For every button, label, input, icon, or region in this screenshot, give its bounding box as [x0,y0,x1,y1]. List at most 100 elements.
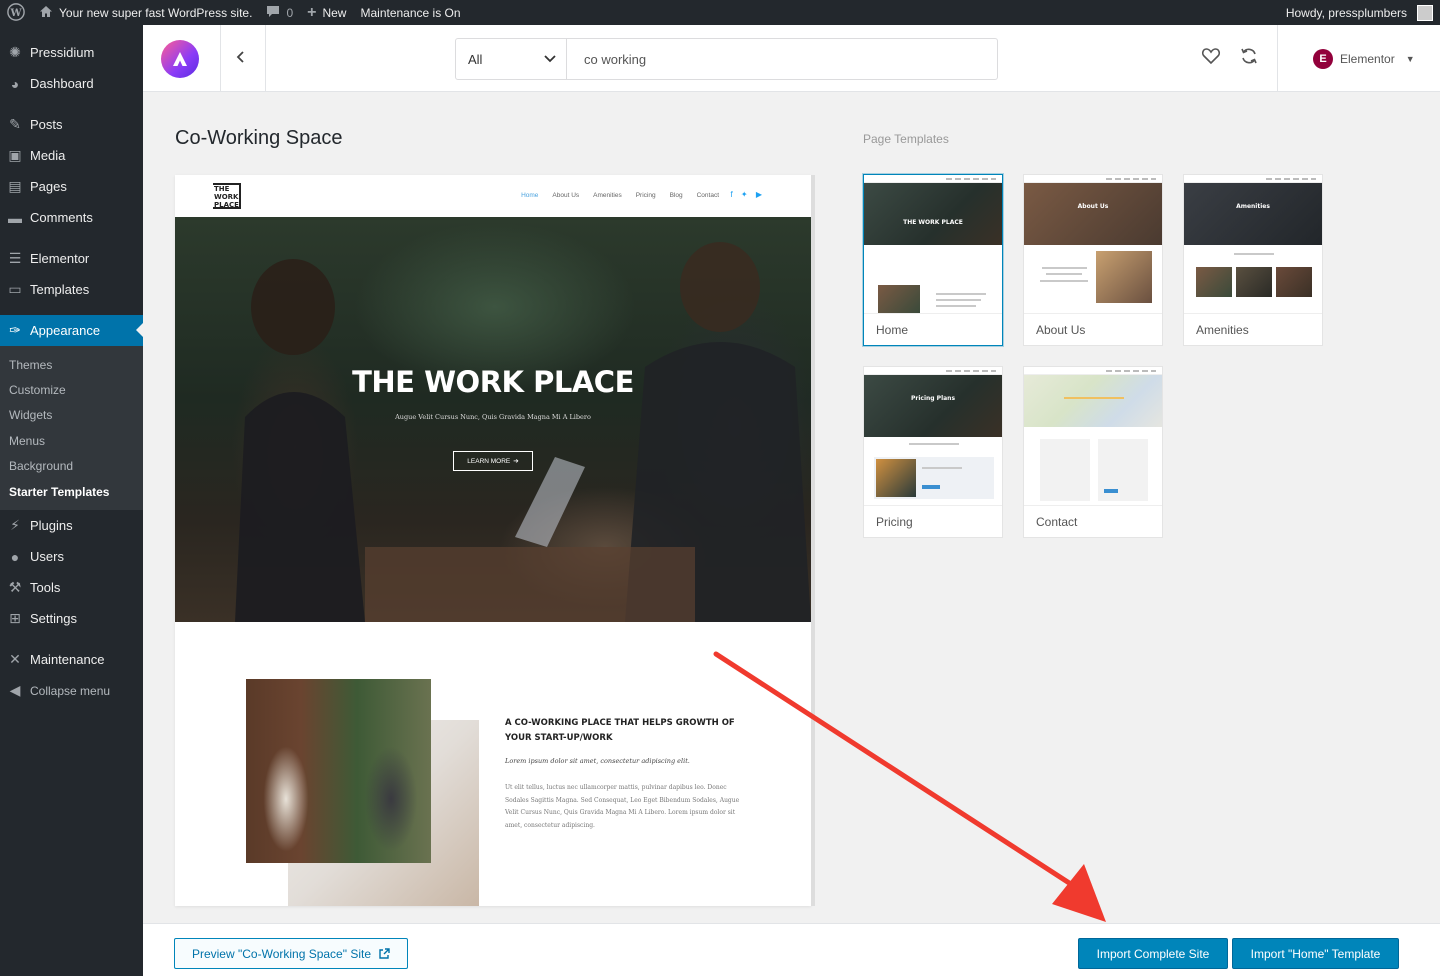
sidebar-item-label: Collapse menu [30,683,111,698]
sidebar-item-label: Settings [30,611,77,627]
preview-scrollbar-track [811,175,815,906]
template-thumbnail: THE WORK PLACE [864,175,1002,314]
template-card-contact[interactable]: Contact [1023,366,1163,538]
page-builder-select[interactable]: E Elementor ▼ [1313,49,1415,69]
preview-logo: THE WORK PLACE [213,183,241,209]
elementor-logo-icon: E [1313,49,1333,69]
avatar [1417,4,1433,21]
external-link-icon [379,948,390,959]
new-label: New [322,5,347,20]
sidebar-item-posts[interactable]: ✎ Posts [0,109,143,140]
template-label: Home [876,322,909,337]
search-input[interactable] [567,39,997,79]
sidebar-item-label: Comments [30,210,93,225]
sidebar-item-label: Appearance [30,323,101,338]
sidebar-item-elementor[interactable]: ☰ Elementor [0,243,143,274]
sidebar-item-label: Dashboard [30,76,94,91]
collapse-icon: ◀ [9,682,21,699]
sidebar-item-label: Posts [30,117,63,132]
template-card-about-us[interactable]: About Us About Us [1023,174,1163,346]
comments-link[interactable]: 0 [259,0,300,25]
submenu-item-themes[interactable]: Themes [0,352,143,377]
submenu-item-background[interactable]: Background [0,454,143,479]
sidebar-item-tools[interactable]: ⚒ Tools [0,572,143,603]
preview-nav-links: Home About Us Amenities Pricing Blog Con… [521,192,719,199]
sidebar-item-label: Users [30,549,64,565]
template-label: About Us [1036,322,1086,337]
pressidium-icon: ✺ [9,44,21,60]
pin-icon: ✎ [9,116,21,132]
wrench-icon: ⚒ [8,579,22,596]
pages-icon: ▤ [8,178,22,194]
sidebar-item-settings[interactable]: ⊞ Settings [0,603,143,634]
back-button[interactable] [229,45,253,71]
preview-hero-title: THE WORK PLACE [352,365,634,399]
sidebar-item-pages[interactable]: ▤ Pages [0,171,143,202]
home-icon [39,5,53,20]
site-preview[interactable]: THE WORK PLACE Home About Us Amenities P… [175,175,811,906]
new-content-button[interactable]: + New [300,0,353,25]
submenu-item-customize[interactable]: Customize [0,377,143,402]
submenu-item-widgets[interactable]: Widgets [0,403,143,428]
template-card-home[interactable]: THE WORK PLACE Home [863,174,1003,346]
svg-text:W: W [9,7,22,18]
sidebar-item-label: Plugins [30,518,73,534]
category-filter-value: All [468,51,483,67]
sidebar-item-maintenance[interactable]: ✕ Maintenance [0,644,143,675]
sidebar-item-pressidium[interactable]: ✺ Pressidium [0,37,143,68]
submenu-item-menus[interactable]: Menus [0,428,143,453]
sidebar-item-label: Pressidium [30,45,95,60]
sidebar-item-label: Elementor [30,251,90,266]
plus-icon: + [307,3,317,21]
sidebar-item-appearance[interactable]: ✑ Appearance [0,315,143,346]
sidebar-item-templates[interactable]: ▭ Templates [0,274,143,305]
sidebar-item-comments[interactable]: ▬ Comments [0,202,143,233]
template-label: Pricing [876,514,913,529]
my-account[interactable]: Howdy, pressplumbers [1279,0,1440,25]
submenu-item-starter-templates[interactable]: Starter Templates [0,479,143,504]
maintenance-label: Maintenance is On [360,5,461,20]
favorites-heart-icon[interactable] [1201,46,1225,70]
starter-templates-header: All E Elementor ▼ [143,25,1440,92]
preview-section-heading: A CO-WORKING PLACE THAT HELPS GROWTH OF … [505,718,735,743]
howdy-text: Howdy, pressplumbers [1285,5,1407,20]
chevron-left-icon [236,51,244,63]
sidebar-item-users[interactable]: ● Users [0,541,143,572]
map-thumbnail [1024,375,1162,427]
sync-icon[interactable] [1239,46,1263,70]
user-icon: ● [10,548,20,565]
template-card-amenities[interactable]: Amenities Amenities [1183,174,1323,346]
starter-templates-logo[interactable] [161,40,199,78]
preview-navbar: THE WORK PLACE Home About Us Amenities P… [175,175,811,217]
tools-icon: ✕ [9,651,21,668]
preview-hero-subtitle: Augue Velit Cursus Nunc, Quis Gravida Ma… [395,413,591,421]
brush-icon: ✑ [9,322,21,338]
import-complete-site-button[interactable]: Import Complete Site [1078,938,1228,969]
preview-people-photo [246,679,431,863]
maintenance-status[interactable]: Maintenance is On [353,0,467,25]
site-name: Your new super fast WordPress site. [59,5,253,20]
category-filter-select[interactable]: All [456,39,567,79]
settings-icon: ⊞ [9,610,21,627]
preview-section-italic: Lorem ipsum dolor sit amet, consectetur … [505,757,690,765]
template-card-pricing[interactable]: Pricing Plans Pricing [863,366,1003,538]
chevron-down-icon [544,55,556,63]
import-template-button[interactable]: Import "Home" Template [1232,938,1399,969]
caret-down-icon: ▼ [1405,54,1415,64]
page-builder-value: Elementor [1340,52,1395,66]
appearance-submenu: Themes Customize Widgets Menus Backgroun… [0,346,143,511]
sidebar-item-media[interactable]: ▣ Media [0,140,143,171]
template-label: Amenities [1196,322,1249,337]
admin-sidebar: ✺ Pressidium ◕ Dashboard ✎ Posts ▣ Media… [0,25,143,976]
folder-icon: ▭ [8,281,22,297]
sidebar-item-dashboard[interactable]: ◕ Dashboard [0,68,143,99]
wp-logo-button[interactable]: W [0,0,32,25]
site-name-link[interactable]: Your new super fast WordPress site. [32,0,259,25]
collapse-menu-button[interactable]: ◀ Collapse menu [0,675,143,706]
arrow-right-icon: ➔ [513,458,519,465]
admin-bar: W Your new super fast WordPress site. 0 … [0,0,1440,25]
sidebar-item-plugins[interactable]: ⚡ Plugins [0,510,143,541]
elementor-icon: ☰ [8,250,22,266]
sidebar-item-label: Tools [30,580,61,596]
preview-site-button[interactable]: Preview "Co-Working Space" Site [174,938,408,969]
